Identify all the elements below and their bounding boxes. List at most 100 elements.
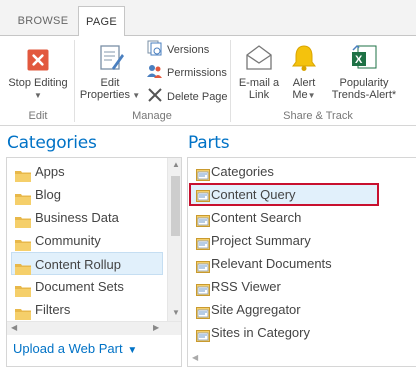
categories-vertical-scrollbar[interactable]: ▲ ▼ (167, 158, 181, 321)
part-item-categories[interactable]: Categories (188, 160, 416, 183)
excel-trends-icon: X (352, 44, 377, 69)
web-part-icon (196, 303, 210, 319)
category-label: Filters (35, 302, 71, 317)
category-label: Document Sets (35, 279, 124, 294)
edit-properties-label-2: Properties (79, 89, 130, 101)
ribbon: Stop Editing ▼ Edit Edit Properties ▼ Ve… (0, 36, 416, 126)
email-label-1: E-mail a (238, 77, 280, 89)
category-item-community[interactable]: Community (7, 229, 167, 252)
stop-editing-icon (27, 49, 49, 71)
folder-icon (15, 259, 31, 275)
permissions-label: Permissions (167, 67, 227, 79)
email-label-2: Link (248, 89, 270, 101)
chevron-down-icon: ▼ (307, 91, 316, 100)
ribbon-divider (230, 40, 231, 122)
folder-icon (15, 189, 31, 205)
part-label: Project Summary (211, 233, 311, 248)
scroll-left-icon[interactable]: ◀ (11, 323, 17, 332)
tab-browse[interactable]: BROWSE (10, 6, 76, 37)
category-item-blog[interactable]: Blog (7, 183, 167, 206)
upload-web-part-label: Upload a Web Part (13, 341, 123, 356)
web-part-icon (196, 234, 210, 250)
part-item-content-search[interactable]: Content Search (188, 206, 416, 229)
folder-icon (15, 235, 31, 251)
category-label: Apps (35, 164, 65, 179)
bell-icon (292, 45, 316, 71)
category-label: Blog (35, 187, 62, 202)
part-item-project-summary[interactable]: Project Summary (188, 229, 416, 252)
category-item-content-rollup[interactable]: Content Rollup (11, 252, 163, 275)
web-part-icon (196, 188, 210, 202)
scroll-down-icon[interactable]: ▼ (171, 308, 181, 317)
popularity-label-1: Popularity (339, 77, 389, 89)
share-track-group-label: Share & Track (283, 110, 353, 122)
categories-list: Apps Blog Business Data Community Conten… (6, 157, 182, 367)
popularity-trends-button[interactable]: X Popularity Trends-Alert* (326, 42, 402, 101)
email-icon (246, 45, 272, 70)
chevron-down-icon: ▼ (34, 91, 42, 100)
stop-editing-label: Stop Editing (8, 77, 68, 89)
web-part-icon (196, 257, 210, 273)
alert-label-2: Me (292, 89, 308, 101)
permissions-button[interactable]: Permissions (147, 63, 227, 81)
ribbon-tab-strip: BROWSE PAGE (0, 0, 416, 37)
parts-title: Parts (188, 133, 230, 153)
part-label: Categories (211, 164, 274, 179)
part-label: Site Aggregator (211, 302, 301, 317)
delete-page-label: Delete Page (167, 91, 228, 103)
category-label: Content Rollup (35, 257, 121, 272)
part-label: Content Search (211, 210, 302, 225)
edit-group-label: Edit (28, 110, 48, 122)
versions-button[interactable]: Versions (147, 40, 209, 58)
categories-title: Categories (7, 133, 97, 153)
web-part-icon (196, 211, 210, 227)
permissions-icon (147, 65, 162, 78)
edit-properties-icon (100, 45, 124, 70)
scroll-left-icon[interactable]: ◀ (192, 353, 198, 362)
part-item-site-aggregator[interactable]: Site Aggregator (188, 298, 416, 321)
folder-icon (15, 166, 31, 182)
ribbon-divider (74, 40, 75, 122)
edit-properties-label-1: Edit (100, 77, 120, 89)
web-part-icon (196, 165, 210, 181)
scroll-up-icon[interactable]: ▲ (171, 160, 181, 169)
category-item-apps[interactable]: Apps (7, 160, 167, 183)
category-item-business-data[interactable]: Business Data (7, 206, 167, 229)
versions-label: Versions (167, 44, 210, 56)
delete-page-button[interactable]: Delete Page (147, 87, 228, 105)
manage-group-label: Manage (132, 110, 172, 122)
alert-me-button[interactable]: Alert Me▼ (286, 42, 322, 102)
part-item-sites-in-category[interactable]: Sites in Category (188, 321, 416, 344)
parts-horizontal-scrollbar[interactable]: ◀ (188, 351, 416, 366)
tab-page[interactable]: PAGE (78, 6, 125, 37)
category-label: Community (35, 233, 101, 248)
category-item-document-sets[interactable]: Document Sets (7, 275, 167, 298)
chevron-down-icon: ▼ (130, 91, 141, 100)
part-item-rss-viewer[interactable]: RSS Viewer (188, 275, 416, 298)
category-item-filters[interactable]: Filters (7, 298, 167, 321)
category-label: Business Data (35, 210, 119, 225)
alert-label-1: Alert (292, 77, 316, 89)
part-label: Sites in Category (211, 325, 310, 340)
categories-horizontal-scrollbar[interactable]: ◀ ▶ (7, 321, 181, 335)
web-part-icon (196, 326, 210, 342)
scroll-right-icon[interactable]: ▶ (153, 323, 159, 332)
upload-web-part-link[interactable]: Upload a Web Part ▼ (13, 341, 137, 356)
edit-properties-button[interactable]: Edit Properties ▼ (78, 42, 142, 102)
email-link-button[interactable]: E-mail a Link (234, 42, 284, 101)
delete-icon (148, 88, 162, 102)
stop-editing-button[interactable]: Stop Editing ▼ (6, 42, 70, 102)
part-label: Relevant Documents (211, 256, 332, 271)
part-item-relevant-documents[interactable]: Relevant Documents (188, 252, 416, 275)
parts-list: Categories Content Query Content Search … (187, 157, 416, 367)
svg-text:X: X (355, 54, 363, 66)
scrollbar-thumb[interactable] (171, 176, 180, 236)
folder-icon (15, 304, 31, 320)
web-part-icon (196, 280, 210, 296)
part-item-content-query[interactable]: Content Query (189, 183, 379, 206)
chevron-down-icon: ▼ (124, 345, 138, 356)
part-label: Content Query (211, 187, 296, 202)
popularity-label-2: Trends-Alert* (331, 89, 397, 101)
folder-icon (15, 281, 31, 297)
versions-icon (147, 40, 162, 56)
